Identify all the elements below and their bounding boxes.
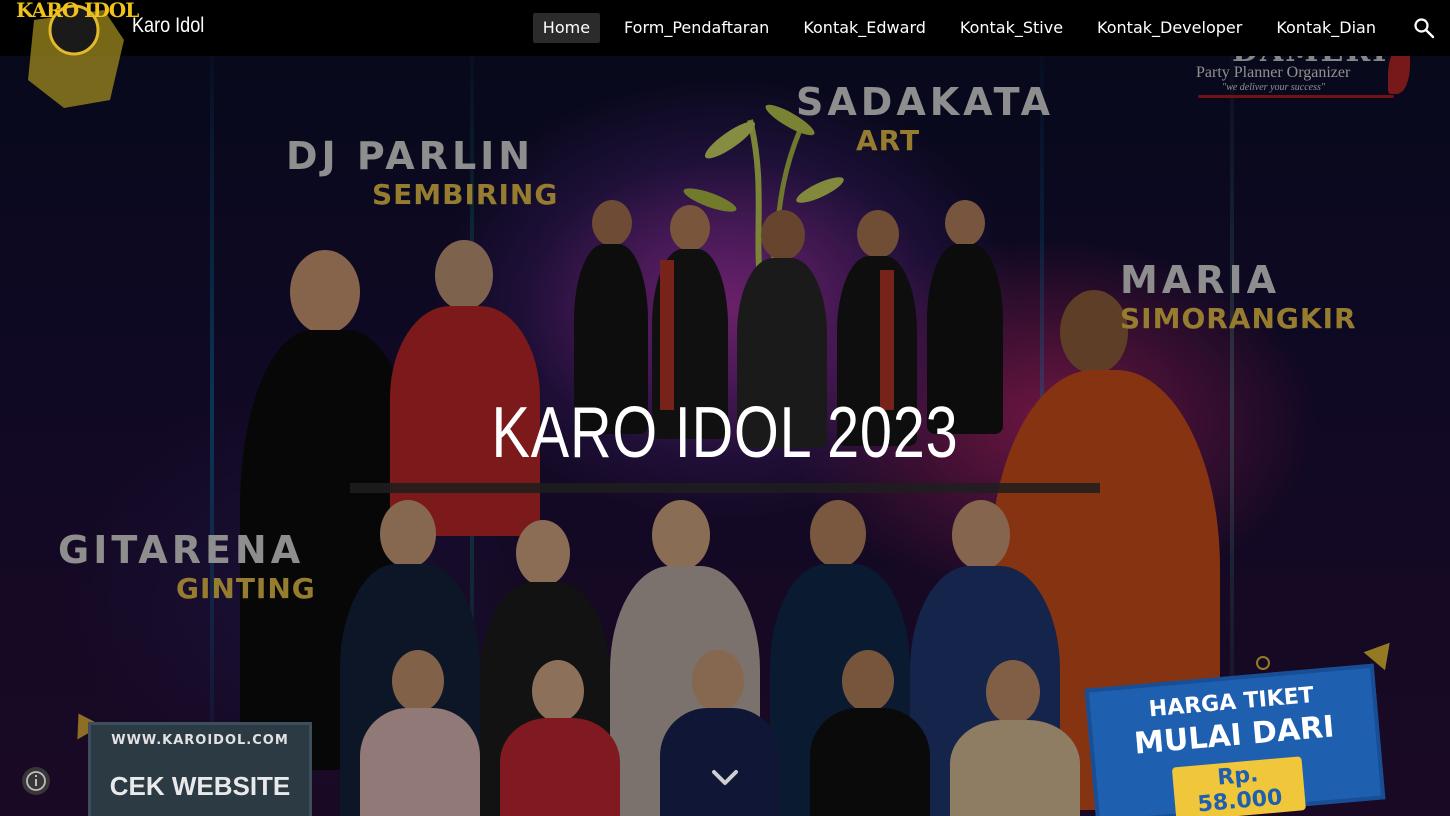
website-url: WWW.KAROIDOL.COM [111,733,289,748]
nav-item-kontak-stive[interactable]: Kontak_Stive [950,13,1073,43]
site-title[interactable]: Karo Idol [132,14,204,38]
logo-text: KARO IDOL [16,0,139,22]
top-navigation-bar: KARO IDOL Karo Idol Home Form_Pendaftara… [0,0,1450,108]
hero-title: KARO IDOL 2023 [491,393,959,473]
info-icon[interactable] [22,767,50,795]
hero-divider [350,483,1100,493]
website-cta: CEK WEBSITE [109,771,291,801]
nav-item-form-pendaftaran[interactable]: Form_Pendaftaran [614,13,779,43]
hero-banner: DJ PARLIN SEMBIRING SADAKATA ART MARIA S… [0,0,1450,816]
chevron-down-icon[interactable] [711,768,739,788]
site-logo[interactable]: KARO IDOL [14,0,139,108]
nav-item-kontak-edward[interactable]: Kontak_Edward [793,13,936,43]
ticket-price: Rp. 58.000 [1171,756,1307,816]
nav-item-kontak-developer[interactable]: Kontak_Developer [1087,13,1252,43]
search-icon[interactable] [1412,16,1436,40]
ticket-price-promo: HARGA TIKET MULAI DARI Rp. 58.000 [1084,663,1386,816]
website-promo: WWW.KAROIDOL.COM CEK WEBSITE [88,722,312,816]
nav-item-home[interactable]: Home [532,13,601,43]
nav-item-kontak-dian[interactable]: Kontak_Dian [1266,13,1386,43]
main-nav: Home Form_Pendaftaran Kontak_Edward Kont… [519,13,1386,43]
